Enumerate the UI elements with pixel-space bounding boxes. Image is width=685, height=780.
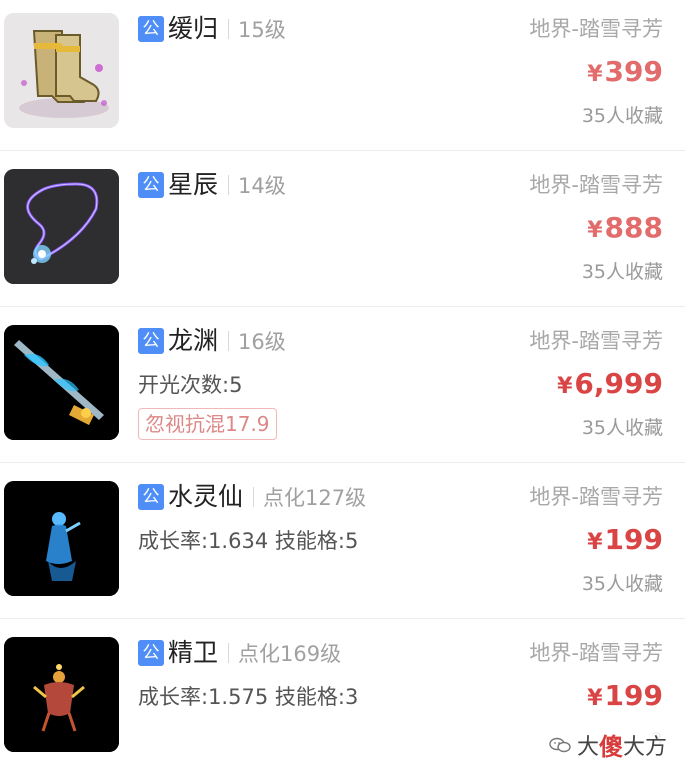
title-line: 公 龙渊 16级 (138, 324, 468, 358)
currency-symbol: ¥ (587, 530, 603, 555)
listing-right-info: 地界-踏雪寻芳 ¥399 35人收藏 (433, 12, 663, 131)
listing-row[interactable]: 公 缓归 15级 地界-踏雪寻芳 ¥399 35人收藏 (0, 0, 685, 156)
favorites-count: 35人收藏 (581, 105, 663, 127)
divider (228, 19, 230, 39)
listing-row[interactable]: 公 龙渊 16级 开光次数:5 忽视抗混17.9 地界-踏雪寻芳 ¥6,999 … (0, 312, 685, 468)
server-name: 地界-踏雪寻芳 (529, 173, 663, 197)
row-divider (0, 462, 685, 463)
divider (228, 175, 230, 195)
price: ¥888 (433, 208, 663, 251)
watermark: 大傻大方 (544, 727, 667, 762)
item-name: 龙渊 (168, 326, 219, 355)
listing-left-info: 公 星辰 14级 (138, 168, 468, 202)
watermark-text-suffix: 大方 (622, 734, 667, 760)
favorites-count: 35人收藏 (581, 261, 663, 283)
necklace-icon[interactable] (4, 169, 119, 284)
divider (228, 643, 230, 663)
listing-right-info: 地界-踏雪寻芳 ¥199 35人收藏 (433, 480, 663, 599)
price: ¥399 (433, 52, 663, 95)
item-level: 点化169级 (238, 642, 342, 666)
favorites-count: 35人收藏 (581, 573, 663, 595)
divider (228, 331, 230, 351)
title-line: 公 缓归 15级 (138, 12, 468, 46)
listing-row[interactable]: 公 水灵仙 点化127级 成长率:1.634 技能格:5 地界-踏雪寻芳 ¥19… (0, 468, 685, 624)
listing-right-info: 地界-踏雪寻芳 ¥6,999 35人收藏 (433, 324, 663, 443)
item-name: 星辰 (168, 170, 219, 199)
listing-left-info: 公 水灵仙 点化127级 成长率:1.634 技能格:5 (138, 480, 468, 556)
currency-symbol: ¥ (587, 218, 603, 243)
price: ¥6,999 (433, 364, 663, 407)
price-value: 888 (604, 211, 663, 244)
price-value: 6,999 (574, 367, 663, 400)
jingwei-bird-icon[interactable] (4, 637, 119, 752)
listing-left-info: 公 精卫 点化169级 成长率:1.575 技能格:3 (138, 636, 468, 712)
currency-symbol: ¥ (587, 686, 603, 711)
currency-symbol: ¥ (587, 62, 603, 87)
special-tag: 忽视抗混17.9 (138, 408, 277, 440)
item-name: 缓归 (168, 14, 219, 43)
item-attributes: 成长率:1.575 技能格:3 (138, 685, 359, 709)
item-attributes: 开光次数:5 (138, 373, 243, 397)
favorites-count: 35人收藏 (581, 417, 663, 439)
sword-icon[interactable] (4, 325, 119, 440)
item-level: 15级 (238, 18, 286, 42)
server-name: 地界-踏雪寻芳 (529, 329, 663, 353)
watermark-text-prefix: 大 (576, 734, 599, 760)
row-divider (0, 150, 685, 151)
listing-right-info: 地界-踏雪寻芳 ¥888 35人收藏 (433, 168, 663, 287)
public-badge: 公 (138, 16, 164, 42)
water-fairy-icon[interactable] (4, 481, 119, 596)
item-name: 精卫 (168, 638, 219, 667)
currency-symbol: ¥ (557, 374, 573, 399)
watermark-text-highlight: 傻 (598, 733, 623, 761)
public-badge: 公 (138, 640, 164, 666)
item-name: 水灵仙 (168, 482, 244, 511)
title-line: 公 精卫 点化169级 (138, 636, 468, 670)
item-level: 14级 (238, 174, 286, 198)
boots-icon[interactable] (4, 13, 119, 128)
price-value: 199 (604, 523, 663, 556)
public-badge: 公 (138, 172, 164, 198)
row-divider (0, 306, 685, 307)
listing-left-info: 公 龙渊 16级 开光次数:5 忽视抗混17.9 (138, 324, 468, 440)
price-value: 399 (604, 55, 663, 88)
price: ¥199 (433, 676, 663, 719)
divider (253, 487, 255, 507)
server-name: 地界-踏雪寻芳 (529, 485, 663, 509)
price-value: 199 (604, 679, 663, 712)
item-level: 16级 (238, 330, 286, 354)
wechat-icon (549, 737, 571, 752)
public-badge: 公 (138, 484, 164, 510)
title-line: 公 水灵仙 点化127级 (138, 480, 468, 514)
server-name: 地界-踏雪寻芳 (529, 641, 663, 665)
row-divider (0, 618, 685, 619)
price: ¥199 (433, 520, 663, 563)
item-level: 点化127级 (263, 486, 367, 510)
item-attributes: 成长率:1.634 技能格:5 (138, 529, 359, 553)
public-badge: 公 (138, 328, 164, 354)
server-name: 地界-踏雪寻芳 (529, 17, 663, 41)
listing-row[interactable]: 公 星辰 14级 地界-踏雪寻芳 ¥888 35人收藏 (0, 156, 685, 312)
listing-left-info: 公 缓归 15级 (138, 12, 468, 46)
title-line: 公 星辰 14级 (138, 168, 468, 202)
